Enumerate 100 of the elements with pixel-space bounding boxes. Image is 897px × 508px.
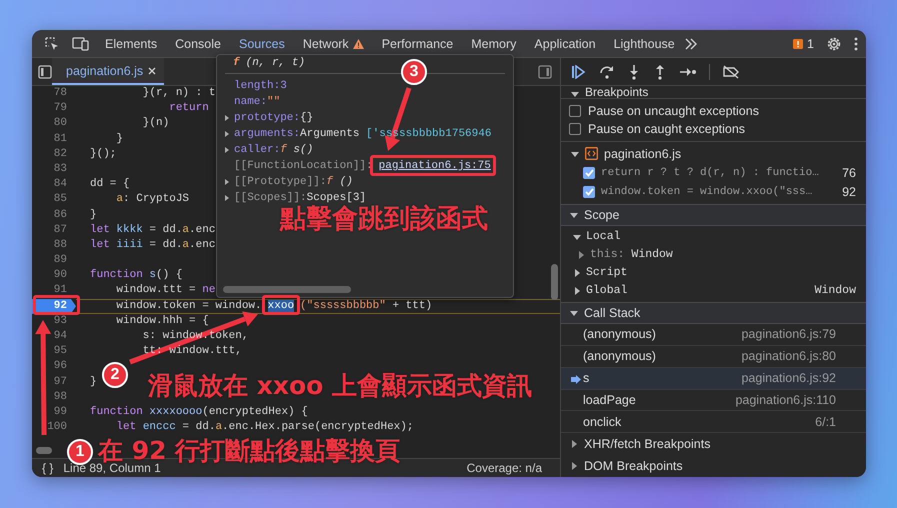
panel-tab[interactable]: Lighthouse	[604, 30, 684, 57]
code-line: function xxxxoooo(encryptedHex) {	[90, 404, 308, 420]
device-toolbar-icon[interactable]	[72, 36, 90, 52]
call-frame[interactable]: onclick 6/:1	[561, 411, 866, 434]
caret-icon[interactable]	[571, 90, 579, 98]
caret-icon[interactable]	[573, 286, 581, 295]
line-number[interactable]: 89	[32, 253, 76, 268]
line-number[interactable]: 91	[32, 283, 76, 299]
line-number[interactable]: 98	[32, 390, 76, 405]
more-tabs-icon[interactable]	[684, 38, 698, 50]
scrollbar-thumb[interactable]	[551, 264, 558, 300]
code-line: window.hhh = {	[115, 314, 209, 329]
breakpoint-row[interactable]: window.token = window.xxoo("sss… 92	[561, 182, 866, 202]
step-over-icon[interactable]	[599, 64, 615, 78]
close-icon[interactable]	[148, 66, 156, 74]
file-group-header[interactable]: pagination6.js	[561, 144, 866, 164]
call-frame[interactable]: s pagination6.js:92	[561, 368, 866, 390]
line-number[interactable]: 94	[32, 329, 76, 344]
panel-tab[interactable]: Sources	[230, 30, 294, 57]
file-tab[interactable]: pagination6.js	[52, 58, 164, 85]
line-number[interactable]: 100	[32, 420, 76, 436]
issue-icon	[793, 38, 804, 48]
line-number[interactable]: 86	[32, 208, 76, 223]
property-row[interactable]: prototype:{}	[223, 110, 314, 126]
breakpoint-row[interactable]: return r ? t ? d(r, n) : functio… 76	[561, 164, 866, 183]
caret-icon[interactable]	[573, 232, 581, 241]
line-number[interactable]: 93	[32, 314, 76, 329]
panel-tab[interactable]: Elements	[96, 30, 166, 57]
line-number[interactable]: 90	[32, 268, 76, 284]
highlight-box	[262, 295, 300, 315]
panel-tab[interactable]: Application	[525, 30, 605, 57]
call-frame[interactable]: (anonymous) pagination6.js:79	[561, 324, 866, 346]
line-number[interactable]: 85	[32, 192, 76, 208]
more-options-icon[interactable]	[854, 36, 858, 50]
line-number[interactable]: 99	[32, 404, 76, 420]
line-number[interactable]: 84	[32, 177, 76, 192]
property-row[interactable]: caller:f s()	[223, 142, 314, 158]
scrollbar-thumb[interactable]	[36, 447, 52, 454]
source-link[interactable]: pagination6.js:75	[378, 160, 491, 172]
caret-icon[interactable]	[573, 268, 581, 277]
code-line: return	[168, 101, 209, 116]
scope-row[interactable]: Script	[561, 264, 866, 282]
code-line: }(n)	[142, 116, 170, 132]
checkbox-row[interactable]: Pause on uncaught exceptions	[561, 102, 866, 120]
line-number[interactable]: 88	[32, 238, 76, 254]
code-line: function s() {	[90, 268, 182, 284]
line-number[interactable]: 79	[32, 101, 76, 116]
code-line: }(r, n) : t	[142, 86, 216, 101]
line-number[interactable]: 97	[32, 374, 76, 390]
scope-row[interactable]: this: Window	[561, 246, 866, 264]
code-line: }();	[90, 146, 116, 162]
scope-row[interactable]: Global Window	[561, 282, 866, 300]
panel-tab[interactable]: Memory	[462, 30, 526, 57]
caret-icon[interactable]	[577, 250, 585, 259]
property-row[interactable]: [[Prototype]]:f ()	[223, 174, 353, 190]
section-header[interactable]: DOM Breakpoints	[561, 455, 866, 477]
section-header[interactable]: Breakpoints	[561, 86, 866, 99]
checkbox-row[interactable]: Pause on caught exceptions	[561, 120, 866, 138]
sidebar-toggle-icon[interactable]	[38, 64, 52, 78]
line-number[interactable]: 95	[32, 344, 76, 360]
checkbox[interactable]	[583, 186, 595, 198]
line-number[interactable]: 81	[32, 132, 76, 147]
panel-tab[interactable]: Network	[294, 30, 373, 57]
section-header[interactable]: Scope	[561, 204, 866, 226]
caret-icon[interactable]	[570, 462, 578, 470]
panel-tab[interactable]: Performance	[372, 30, 462, 57]
code-line: window.ttt = ne	[115, 283, 216, 298]
pretty-print-button[interactable]: { }	[42, 461, 54, 475]
line-number[interactable]: 82	[32, 146, 76, 162]
panel-tab[interactable]: Console	[166, 30, 230, 57]
scrollbar-thumb[interactable]	[223, 286, 351, 293]
checkbox[interactable]	[569, 104, 581, 117]
line-number[interactable]: 78	[32, 86, 76, 102]
property-row-text: name:""	[233, 95, 280, 110]
check-icon	[584, 169, 594, 178]
scope-row[interactable]: Local	[561, 228, 866, 246]
line-number[interactable]: 80	[32, 116, 76, 132]
caret-icon[interactable]	[570, 308, 578, 317]
call-frame[interactable]: loadPage pagination6.js:110	[561, 390, 866, 412]
inspect-icon[interactable]	[44, 36, 60, 52]
line-number[interactable]: 96	[32, 359, 76, 375]
caret-icon[interactable]	[570, 210, 578, 219]
issues-button[interactable]: 1	[793, 36, 814, 50]
caret-icon[interactable]	[570, 440, 578, 448]
line-number[interactable]: 87	[32, 222, 76, 238]
panel-toggle-icon[interactable]	[538, 64, 552, 78]
annotation-caption: 點擊會跳到該函式	[280, 205, 488, 234]
settings-icon[interactable]	[826, 36, 842, 52]
section-header[interactable]: Call Stack	[561, 302, 866, 324]
section-header[interactable]: XHR/fetch Breakpoints	[561, 433, 866, 456]
code-line: a: CryptoJS	[115, 192, 190, 208]
code-line: dd = {	[90, 177, 130, 192]
line-number[interactable]: 83	[32, 162, 76, 178]
property-row[interactable]: [[Scopes]]:Scopes[3]	[223, 190, 366, 206]
resume-icon[interactable]	[571, 64, 587, 78]
deactivate-breakpoints-icon[interactable]	[722, 64, 740, 78]
checkbox[interactable]	[583, 167, 595, 180]
checkbox[interactable]	[569, 122, 581, 135]
caret-icon[interactable]	[571, 150, 579, 158]
step-icon[interactable]	[679, 66, 697, 78]
